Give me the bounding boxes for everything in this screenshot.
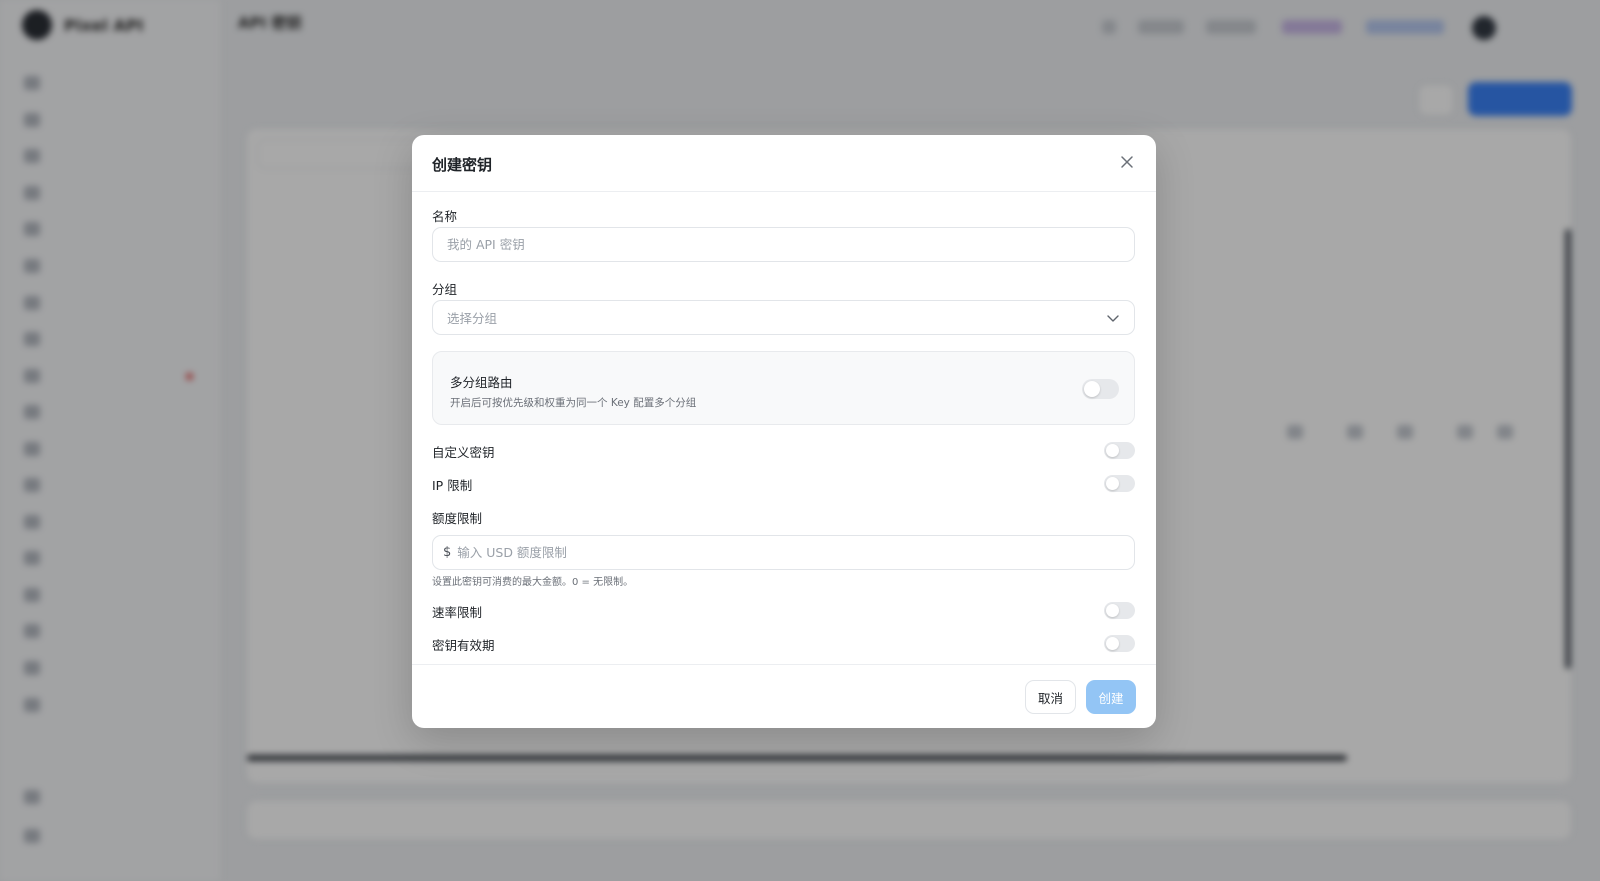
create-key-dialog: 创建密钥 名称 分组 选择分组 多分组路由 开启后可按优先级和权重为同一个 Ke… bbox=[412, 135, 1156, 728]
toggle-knob bbox=[1106, 604, 1119, 617]
multi-group-routing-panel: 多分组路由 开启后可按优先级和权重为同一个 Key 配置多个分组 bbox=[432, 351, 1135, 425]
quota-hint: 设置此密钥可消费的最大金额。0 = 无限制。 bbox=[432, 577, 634, 588]
dialog-footer: 取消 创建 bbox=[412, 664, 1156, 728]
dollar-icon: $ bbox=[443, 545, 452, 560]
chevron-down-icon bbox=[1107, 314, 1119, 322]
toggle-knob bbox=[1106, 477, 1119, 490]
toggle-knob bbox=[1106, 444, 1119, 457]
name-input[interactable] bbox=[432, 227, 1135, 262]
rate-limit-toggle[interactable] bbox=[1104, 602, 1135, 619]
group-select-placeholder: 选择分组 bbox=[447, 311, 498, 326]
custom-key-label: 自定义密钥 bbox=[432, 445, 495, 460]
dialog-title: 创建密钥 bbox=[432, 156, 493, 174]
group-label: 分组 bbox=[432, 282, 458, 297]
close-icon[interactable] bbox=[1116, 151, 1138, 173]
expiry-label: 密钥有效期 bbox=[432, 638, 495, 653]
multi-group-routing-title: 多分组路由 bbox=[450, 375, 513, 390]
expiry-toggle[interactable] bbox=[1104, 635, 1135, 652]
rate-limit-label: 速率限制 bbox=[432, 605, 483, 620]
quota-input[interactable] bbox=[457, 545, 1124, 560]
dialog-header: 创建密钥 bbox=[412, 135, 1156, 192]
cancel-button[interactable]: 取消 bbox=[1025, 680, 1076, 714]
name-label: 名称 bbox=[432, 209, 458, 224]
group-select[interactable]: 选择分组 bbox=[432, 300, 1135, 335]
toggle-knob bbox=[1106, 637, 1119, 650]
quota-field: $ bbox=[432, 535, 1135, 570]
custom-key-toggle[interactable] bbox=[1104, 442, 1135, 459]
ip-limit-label: IP 限制 bbox=[432, 478, 473, 493]
ip-limit-toggle[interactable] bbox=[1104, 475, 1135, 492]
quota-label: 额度限制 bbox=[432, 511, 483, 526]
create-button[interactable]: 创建 bbox=[1086, 680, 1136, 714]
toggle-knob bbox=[1084, 381, 1100, 397]
multi-group-routing-desc: 开启后可按优先级和权重为同一个 Key 配置多个分组 bbox=[450, 397, 697, 409]
multi-group-routing-toggle[interactable] bbox=[1082, 379, 1119, 399]
